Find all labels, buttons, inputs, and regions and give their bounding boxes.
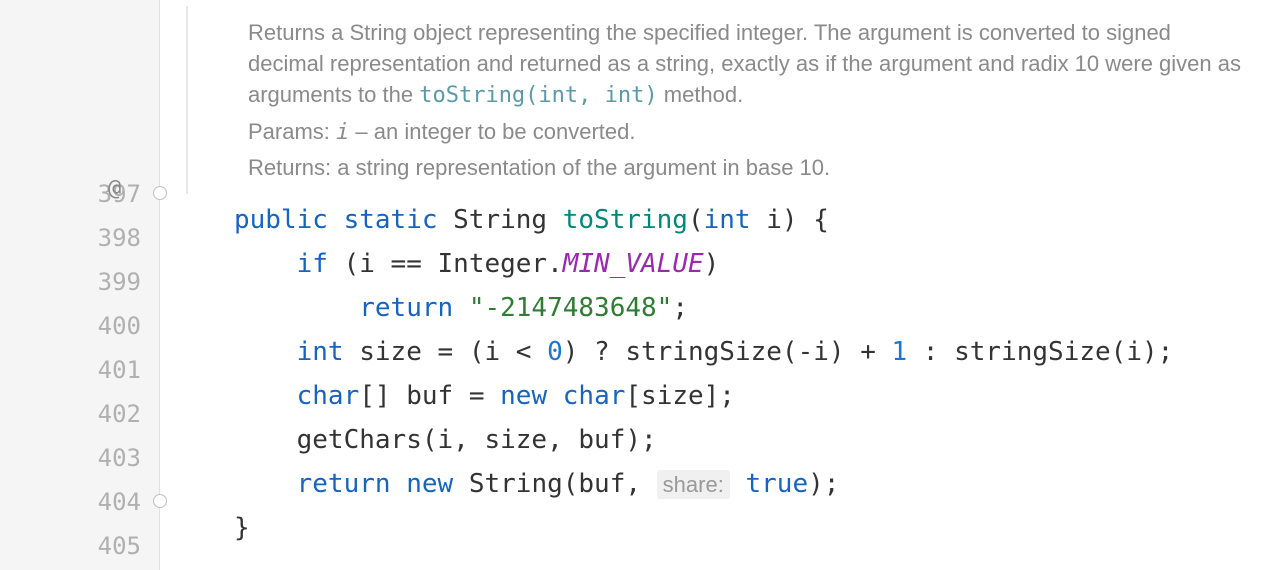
expression: (-i) + xyxy=(782,337,892,367)
boolean: true xyxy=(745,469,808,499)
line-number[interactable]: 404 xyxy=(0,480,159,524)
keyword: return xyxy=(297,469,391,499)
code-line[interactable]: int size = (i < 0) ? stringSize(-i) + 1 … xyxy=(178,330,1280,374)
expression: (i); xyxy=(1111,337,1174,367)
code-area[interactable]: public static String toString(int i) { i… xyxy=(178,194,1280,550)
keyword: new xyxy=(500,381,547,411)
javadoc-param-text: – an integer to be converted. xyxy=(349,119,635,144)
punctuation: ) xyxy=(704,249,720,279)
method-call: getChars xyxy=(297,425,422,455)
method-call: stringSize xyxy=(625,337,782,367)
method-call: stringSize xyxy=(954,337,1111,367)
punctuation: { xyxy=(798,205,829,235)
javadoc-text: Returns a String object representing the… xyxy=(248,20,1241,107)
parameter-hint: share: xyxy=(657,470,730,499)
line-number[interactable]: 397 xyxy=(0,172,159,216)
javadoc-returns-text: a string representation of the argument … xyxy=(331,155,830,180)
code-line[interactable]: return "-2147483648"; xyxy=(178,286,1280,330)
javadoc-param-name: i xyxy=(336,120,349,145)
number: 0 xyxy=(547,337,563,367)
line-number[interactable]: 399 xyxy=(0,260,159,304)
javadoc-text: method. xyxy=(658,82,744,107)
punctuation: ; xyxy=(672,293,688,323)
javadoc-code-ref[interactable]: toString(int, int) xyxy=(419,83,657,108)
line-number[interactable]: 403 xyxy=(0,436,159,480)
string-literal: "-2147483648" xyxy=(469,293,673,323)
code-line[interactable]: if (i == Integer.MIN_VALUE) xyxy=(178,242,1280,286)
javadoc-params: Params: i – an integer to be converted. xyxy=(248,117,1250,149)
punctuation: ( xyxy=(688,205,704,235)
punctuation: ) xyxy=(782,205,798,235)
keyword: char xyxy=(297,381,360,411)
javadoc-block: Returns a String object representing the… xyxy=(186,6,1280,194)
gutter: 397 398 399 400 401 402 403 404 405 @ xyxy=(0,0,160,570)
line-number[interactable]: 400 xyxy=(0,304,159,348)
keyword: public xyxy=(234,205,328,235)
keyword: new xyxy=(406,469,453,499)
expression: (i == Integer. xyxy=(328,249,563,279)
keyword: char xyxy=(563,381,626,411)
constant: MIN_VALUE xyxy=(563,249,704,279)
javadoc-returns: Returns: a string representation of the … xyxy=(248,153,1250,184)
line-number[interactable]: 398 xyxy=(0,216,159,260)
code-line[interactable]: char[] buf = new char[size]; xyxy=(178,374,1280,418)
javadoc-params-label: Params: xyxy=(248,119,330,144)
line-number[interactable]: 402 xyxy=(0,392,159,436)
code-line[interactable]: return new String(buf, share: true); xyxy=(178,462,1280,506)
code-line[interactable]: } xyxy=(178,506,1280,550)
code-line[interactable]: public static String toString(int i) { xyxy=(178,198,1280,242)
keyword: int xyxy=(297,337,344,367)
line-number[interactable]: 401 xyxy=(0,348,159,392)
expression: [] buf = xyxy=(359,381,500,411)
editor-container: 397 398 399 400 401 402 403 404 405 @ Re… xyxy=(0,0,1280,570)
punctuation: } xyxy=(234,513,250,543)
type: String xyxy=(469,469,563,499)
keyword: int xyxy=(704,205,751,235)
method-name: toString xyxy=(563,205,688,235)
content-area[interactable]: Returns a String object representing the… xyxy=(160,0,1280,570)
type: String xyxy=(453,205,547,235)
arguments: (i, size, buf); xyxy=(422,425,657,455)
expression: [size]; xyxy=(625,381,735,411)
number: 1 xyxy=(892,337,908,367)
expression: (buf, xyxy=(563,469,657,499)
expression: ) ? xyxy=(563,337,626,367)
javadoc-returns-label: Returns: xyxy=(248,155,331,180)
annotations-gutter-icon[interactable]: @ xyxy=(108,176,121,201)
keyword: if xyxy=(297,249,328,279)
keyword: static xyxy=(344,205,438,235)
code-line[interactable]: getChars(i, size, buf); xyxy=(178,418,1280,462)
punctuation: ); xyxy=(808,469,839,499)
parameter: i xyxy=(751,205,782,235)
expression: size = (i < xyxy=(344,337,548,367)
line-number[interactable]: 405 xyxy=(0,524,159,568)
javadoc-description: Returns a String object representing the… xyxy=(248,18,1250,111)
expression: : xyxy=(907,337,954,367)
keyword: return xyxy=(359,293,453,323)
